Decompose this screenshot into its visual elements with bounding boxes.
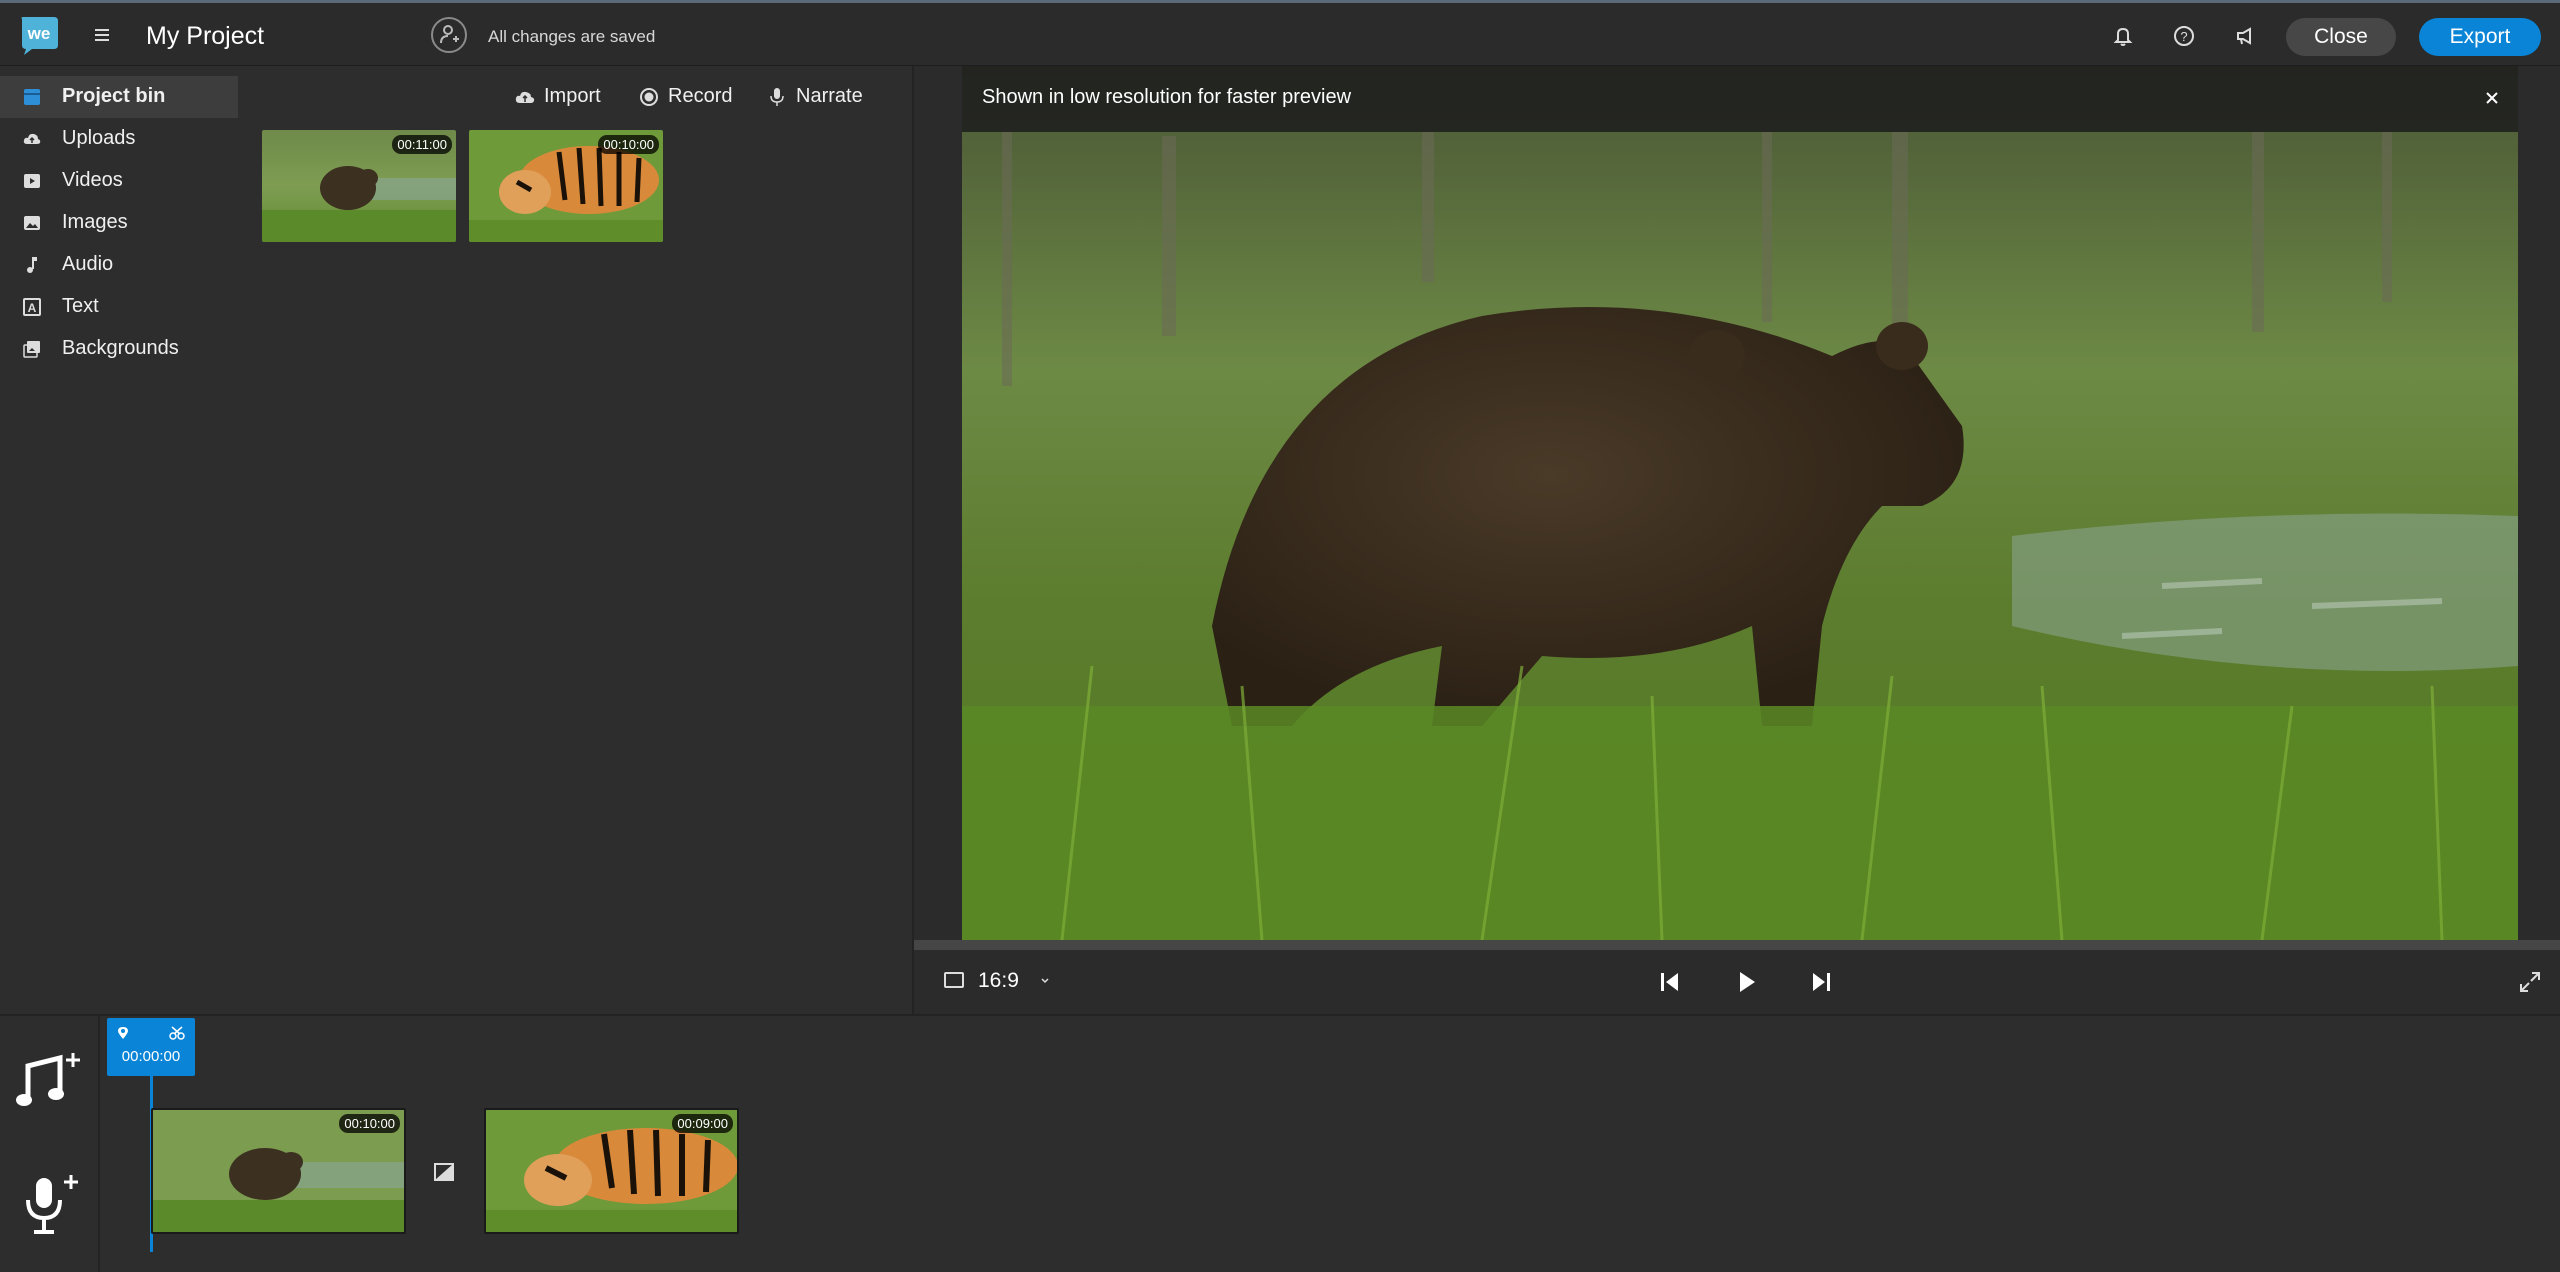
skip-forward-icon[interactable] bbox=[1807, 968, 1835, 996]
sidebar-item-label: Text bbox=[62, 295, 99, 317]
sidebar: Project bin Uploads Videos Images Audio … bbox=[0, 66, 250, 1014]
project-bin-icon bbox=[24, 89, 40, 105]
duration-badge: 00:11:00 bbox=[392, 135, 452, 154]
aspect-ratio-select[interactable]: 16:9 bbox=[978, 969, 1019, 993]
sidebar-item-label: Project bin bbox=[62, 85, 166, 107]
top-bar: we My Project All changes are saved ? Cl… bbox=[0, 0, 2560, 66]
upload-cloud-icon bbox=[23, 133, 41, 144]
sidebar-item-uploads[interactable]: Uploads bbox=[0, 118, 238, 160]
fullscreen-icon[interactable] bbox=[2516, 968, 2544, 996]
project-title[interactable]: My Project bbox=[146, 22, 264, 51]
sidebar-item-label: Images bbox=[62, 211, 128, 233]
add-music-icon[interactable] bbox=[14, 1048, 84, 1118]
close-button[interactable]: Close bbox=[2286, 18, 2396, 56]
video-editor-app: we My Project All changes are saved ? Cl… bbox=[0, 0, 2560, 1272]
hamburger-menu-icon[interactable] bbox=[90, 23, 114, 47]
timeline-clip-bear[interactable]: 00:10:00 bbox=[151, 1108, 406, 1234]
record-label: Record bbox=[668, 85, 733, 107]
play-icon[interactable] bbox=[1732, 968, 1760, 996]
logo-text: we bbox=[27, 24, 51, 43]
low-resolution-banner: Shown in low resolution for faster previ… bbox=[962, 66, 2518, 132]
sidebar-item-label: Backgrounds bbox=[62, 337, 179, 359]
svg-text:A: A bbox=[28, 301, 37, 315]
announcement-icon[interactable] bbox=[2233, 23, 2259, 49]
save-status: All changes are saved bbox=[488, 27, 656, 46]
app-logo[interactable]: we bbox=[18, 15, 60, 55]
narrate-button[interactable]: Narrate bbox=[766, 83, 876, 113]
import-label: Import bbox=[544, 85, 601, 107]
close-icon[interactable] bbox=[2480, 86, 2504, 110]
video-preview[interactable]: Shown in low resolution for faster previ… bbox=[962, 66, 2518, 940]
media-bin: Import Record Narrate 00:11:00 00:10:00 bbox=[250, 66, 912, 1014]
text-icon: A bbox=[23, 298, 41, 316]
scissors-icon[interactable] bbox=[169, 1026, 185, 1040]
sidebar-item-text[interactable]: A Text bbox=[0, 286, 238, 328]
duration-badge: 00:10:00 bbox=[598, 135, 659, 154]
export-button[interactable]: Export bbox=[2419, 18, 2541, 56]
backgrounds-icon bbox=[23, 341, 40, 358]
aspect-ratio-icon bbox=[944, 972, 964, 988]
transition-icon[interactable] bbox=[433, 1162, 455, 1182]
sidebar-item-label: Videos bbox=[62, 169, 123, 191]
add-user-icon bbox=[440, 25, 459, 44]
media-thumbnail-tiger[interactable]: 00:10:00 bbox=[469, 130, 663, 242]
image-icon bbox=[24, 216, 40, 230]
timeline-track-controls bbox=[0, 1016, 100, 1272]
share-user-button[interactable] bbox=[431, 17, 467, 53]
bear-preview-image bbox=[962, 66, 2518, 940]
playhead-time: 00:00:00 bbox=[121, 1048, 181, 1065]
narrate-label: Narrate bbox=[796, 85, 863, 107]
help-icon[interactable]: ? bbox=[2171, 23, 2197, 49]
svg-text:?: ? bbox=[2180, 29, 2187, 44]
sidebar-item-audio[interactable]: Audio bbox=[0, 244, 238, 286]
map-pin-icon[interactable] bbox=[117, 1026, 129, 1040]
record-button[interactable]: Record bbox=[638, 83, 738, 113]
video-icon bbox=[24, 174, 40, 188]
duration-badge: 00:10:00 bbox=[339, 1114, 400, 1133]
sidebar-item-backgrounds[interactable]: Backgrounds bbox=[0, 328, 238, 370]
preview-progress-bar[interactable] bbox=[914, 940, 2560, 950]
record-icon bbox=[640, 88, 658, 106]
preview-panel: Shown in low resolution for faster previ… bbox=[912, 66, 2560, 1014]
timeline: 00:00:00 00:10:00 00:09:00 bbox=[0, 1014, 2560, 1272]
import-button[interactable]: Import bbox=[514, 83, 614, 113]
microphone-icon bbox=[770, 88, 784, 106]
duration-badge: 00:09:00 bbox=[672, 1114, 733, 1133]
add-narration-icon[interactable] bbox=[18, 1170, 88, 1240]
sidebar-item-project-bin[interactable]: Project bin bbox=[0, 76, 238, 118]
banner-text: Shown in low resolution for faster previ… bbox=[982, 86, 1352, 108]
skip-back-icon[interactable] bbox=[1656, 968, 1684, 996]
media-thumbnail-bear[interactable]: 00:11:00 bbox=[262, 130, 456, 242]
sidebar-item-images[interactable]: Images bbox=[0, 202, 238, 244]
bell-icon[interactable] bbox=[2110, 23, 2136, 49]
chevron-down-icon[interactable] bbox=[1038, 974, 1052, 988]
music-note-icon bbox=[27, 257, 37, 273]
playback-controls: 16:9 bbox=[914, 950, 2560, 1014]
upload-cloud-icon bbox=[515, 91, 535, 103]
timeline-clip-tiger[interactable]: 00:09:00 bbox=[484, 1108, 739, 1234]
sidebar-item-label: Uploads bbox=[62, 127, 136, 149]
sidebar-item-videos[interactable]: Videos bbox=[0, 160, 238, 202]
playhead-marker[interactable]: 00:00:00 bbox=[107, 1018, 195, 1076]
sidebar-item-label: Audio bbox=[62, 253, 114, 275]
